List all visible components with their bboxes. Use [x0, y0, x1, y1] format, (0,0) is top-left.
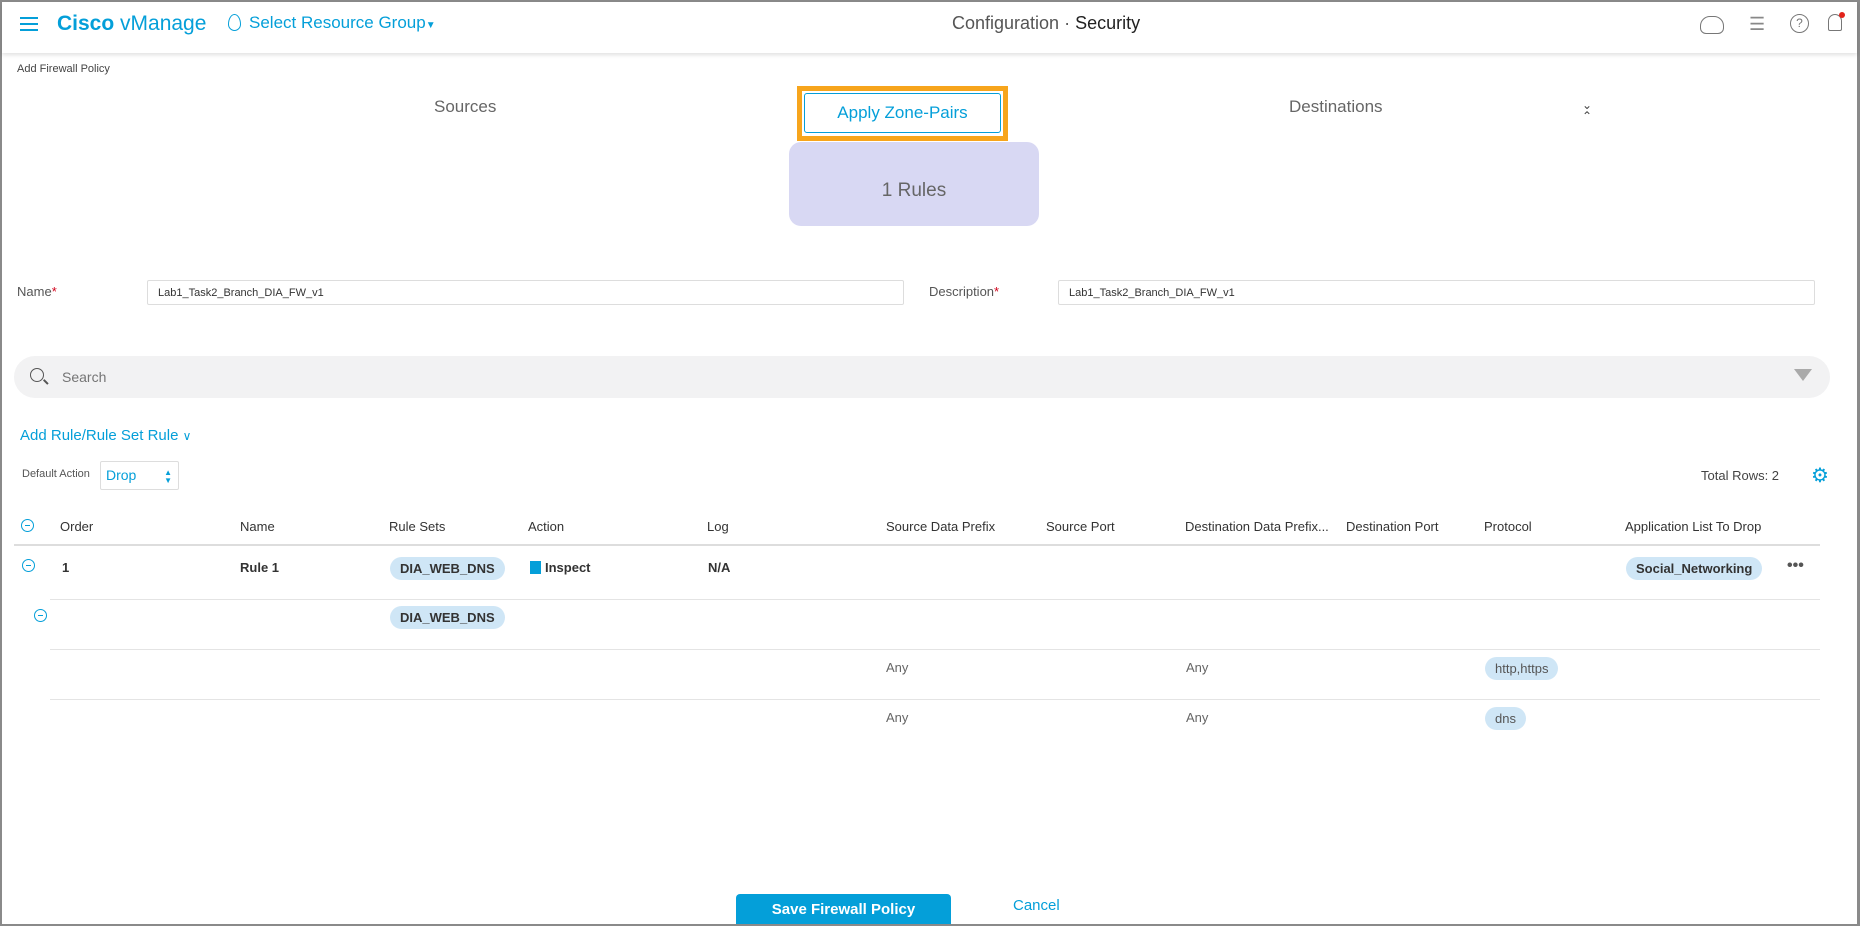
menu-icon[interactable] — [20, 17, 38, 31]
bell-icon[interactable] — [1828, 12, 1845, 31]
step-destinations[interactable]: Destinations — [1289, 97, 1383, 117]
dest-prefix: Any — [1186, 660, 1209, 675]
rule-set-pill: DIA_WEB_DNS — [390, 557, 505, 580]
row-divider — [50, 599, 1820, 600]
rule-name: Rule 1 — [240, 560, 280, 575]
col-application-list[interactable]: Application List To Drop — [1625, 519, 1761, 534]
dest-prefix: Any — [1186, 710, 1209, 725]
name-input[interactable] — [147, 280, 904, 305]
col-log[interactable]: Log — [707, 519, 729, 534]
col-action[interactable]: Action — [528, 519, 564, 534]
save-firewall-policy-button[interactable]: Save Firewall Policy — [736, 894, 951, 924]
search-bar[interactable] — [14, 356, 1830, 398]
app-logo[interactable]: Cisco vManage — [57, 12, 206, 36]
name-label: Name* — [17, 284, 57, 299]
source-prefix: Any — [886, 710, 909, 725]
step-apply-zone-pairs[interactable]: Apply Zone-Pairs — [804, 93, 1001, 133]
required-mark: * — [994, 284, 1000, 299]
caret-down-icon: ▼ — [425, 20, 436, 31]
default-action-label: Default Action — [22, 468, 90, 480]
col-protocol[interactable]: Protocol — [1484, 519, 1532, 534]
name-label-text: Name — [17, 284, 52, 299]
breadcrumb: Add Firewall Policy — [17, 63, 110, 75]
col-destination-port[interactable]: Destination Port — [1346, 519, 1439, 534]
col-name[interactable]: Name — [240, 519, 275, 534]
resource-group-selector[interactable]: Select Resource Group▼ — [228, 13, 436, 33]
rule-order: 1 — [62, 560, 70, 575]
description-label-text: Description — [929, 284, 995, 299]
collapse-row-icon[interactable] — [22, 559, 35, 572]
col-order[interactable]: Order — [60, 519, 93, 534]
location-pin-icon — [228, 14, 241, 31]
total-rows: Total Rows: 2 — [1701, 468, 1780, 483]
app-name: vManage — [120, 12, 207, 35]
source-prefix: Any — [886, 660, 909, 675]
default-action-value: Drop — [106, 467, 137, 483]
title-current: Security — [1075, 13, 1141, 33]
step-sources[interactable]: Sources — [434, 97, 496, 117]
top-header: Cisco vManage Select Resource Group▼ Con… — [2, 2, 1857, 53]
resource-group-label: Select Resource Group — [249, 13, 426, 32]
cloud-icon[interactable] — [1700, 16, 1724, 34]
search-icon-handle — [43, 379, 49, 385]
header-divider — [14, 544, 1820, 546]
row-divider — [50, 649, 1820, 650]
description-label: Description* — [929, 284, 999, 299]
search-icon — [30, 368, 44, 382]
help-icon[interactable]: ? — [1790, 14, 1809, 33]
search-input[interactable] — [62, 366, 1762, 388]
cancel-button[interactable]: Cancel — [1013, 897, 1060, 914]
col-source-data-prefix[interactable]: Source Data Prefix — [886, 519, 995, 534]
more-options-icon[interactable]: ••• — [1787, 557, 1804, 575]
page-title: Configuration · Security — [952, 13, 1140, 34]
protocol-pill: dns — [1485, 707, 1526, 730]
app-list-pill: Social_Networking — [1626, 557, 1763, 580]
description-input[interactable] — [1058, 280, 1815, 305]
inspect-icon — [530, 561, 541, 574]
default-action-select[interactable]: Drop ▲ ▼ — [100, 461, 179, 490]
collapse-rule-set-icon[interactable] — [34, 609, 47, 622]
rules-count-box: 1 Rules — [789, 142, 1039, 226]
add-rule-label: Add Rule/Rule Set Rule — [20, 427, 179, 444]
rule-set-pill: DIA_WEB_DNS — [390, 606, 505, 629]
rule-log: N/A — [708, 560, 731, 575]
tasks-list-icon[interactable]: ☰ — [1749, 14, 1765, 35]
rules-count: 1 Rules — [881, 180, 947, 201]
title-separator: · — [1064, 13, 1071, 33]
chevron-down-icon: ∨ — [182, 429, 192, 443]
add-rule-dropdown[interactable]: Add Rule/Rule Set Rule ∨ — [20, 427, 191, 444]
required-mark: * — [51, 284, 57, 299]
brand-name: Cisco — [57, 12, 115, 35]
gear-icon[interactable]: ⚙ — [1811, 466, 1829, 486]
action-text: Inspect — [545, 560, 591, 575]
col-destination-data-prefix[interactable]: Destination Data Prefix... — [1185, 519, 1329, 534]
col-source-port[interactable]: Source Port — [1046, 519, 1115, 534]
col-rule-sets[interactable]: Rule Sets — [389, 519, 445, 534]
rule-action: Inspect — [530, 560, 591, 575]
expand-collapse-icon[interactable]: ⌄ ⌃ — [1582, 99, 1592, 122]
filter-icon[interactable] — [1794, 369, 1812, 381]
protocol-pill: http,https — [1485, 657, 1559, 680]
sort-arrows-icon: ▲ ▼ — [164, 468, 172, 485]
row-divider — [50, 699, 1820, 700]
title-section: Configuration — [952, 13, 1060, 33]
collapse-all-icon[interactable] — [21, 519, 34, 532]
